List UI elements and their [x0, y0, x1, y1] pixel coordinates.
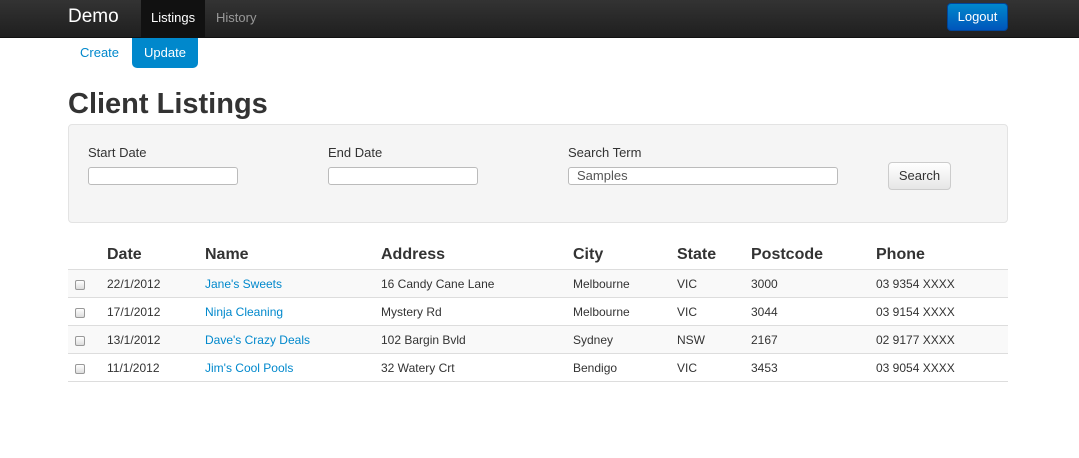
col-header-address: Address [381, 246, 446, 263]
row-checkbox[interactable] [75, 308, 85, 318]
start-date-input[interactable] [88, 167, 238, 185]
cell-address: 32 Watery Crt [381, 361, 455, 375]
cell-state: NSW [677, 333, 705, 347]
cell-city: Bendigo [573, 361, 618, 375]
cell-city: Sydney [573, 333, 614, 347]
row-checkbox[interactable] [75, 336, 85, 346]
cell-name-link[interactable]: Ninja Cleaning [205, 305, 283, 319]
cell-name-link[interactable]: Jane's Sweets [205, 277, 282, 291]
table-row: 11/1/2012 Jim's Cool Pools 32 Watery Crt… [68, 354, 1008, 382]
cell-phone: 03 9054 XXXX [876, 361, 955, 375]
cell-address: Mystery Rd [381, 305, 442, 319]
cell-address: 102 Bargin Bvld [381, 333, 466, 347]
row-checkbox[interactable] [75, 364, 85, 374]
cell-date: 22/1/2012 [107, 277, 161, 291]
cell-phone: 03 9154 XXXX [876, 305, 955, 319]
nav-tab-listings[interactable]: Listings [141, 0, 206, 37]
top-navbar: Demo Listings History Logout [0, 0, 1079, 38]
cell-postcode: 3453 [751, 361, 778, 375]
cell-phone: 02 9177 XXXX [876, 333, 955, 347]
end-date-input[interactable] [328, 167, 478, 185]
col-header-name: Name [205, 246, 249, 263]
cell-postcode: 3000 [751, 277, 778, 291]
cell-state: VIC [677, 277, 698, 291]
start-date-label: Start Date [88, 145, 147, 160]
col-header-state: State [677, 246, 717, 263]
table-header: Date Name Address City State Postcode Ph… [68, 240, 1008, 270]
table-row: 13/1/2012 Dave's Crazy Deals 102 Bargin … [68, 326, 1008, 354]
col-header-date: Date [107, 246, 142, 263]
pill-update[interactable]: Update [132, 38, 198, 68]
table-row: 22/1/2012 Jane's Sweets 16 Candy Cane La… [68, 270, 1008, 298]
search-term-label: Search Term [568, 145, 642, 160]
table-row: 17/1/2012 Ninja Cleaning Mystery Rd Melb… [68, 298, 1008, 326]
cell-postcode: 3044 [751, 305, 778, 319]
cell-name-link[interactable]: Jim's Cool Pools [205, 361, 293, 375]
col-header-postcode: Postcode [751, 246, 824, 263]
listings-table: Date Name Address City State Postcode Ph… [68, 240, 1008, 382]
cell-state: VIC [677, 361, 698, 375]
logout-button[interactable]: Logout [947, 3, 1008, 31]
page-title: Client Listings [68, 88, 268, 120]
row-checkbox[interactable] [75, 280, 85, 290]
brand-logo[interactable]: Demo [68, 6, 119, 28]
end-date-label: End Date [328, 145, 383, 160]
cell-state: VIC [677, 305, 698, 319]
search-term-input[interactable]: Samples [568, 167, 838, 185]
col-header-phone: Phone [876, 246, 925, 263]
cell-date: 13/1/2012 [107, 333, 161, 347]
col-header-city: City [573, 246, 604, 263]
pill-create[interactable]: Create [68, 38, 131, 68]
nav-tab-history[interactable]: History [206, 0, 266, 37]
cell-postcode: 2167 [751, 333, 778, 347]
cell-city: Melbourne [573, 305, 630, 319]
cell-city: Melbourne [573, 277, 630, 291]
cell-address: 16 Candy Cane Lane [381, 277, 495, 291]
cell-name-link[interactable]: Dave's Crazy Deals [205, 333, 310, 347]
cell-phone: 03 9354 XXXX [876, 277, 955, 291]
search-button[interactable]: Search [888, 162, 951, 190]
cell-date: 11/1/2012 [107, 361, 160, 375]
cell-date: 17/1/2012 [107, 305, 161, 319]
